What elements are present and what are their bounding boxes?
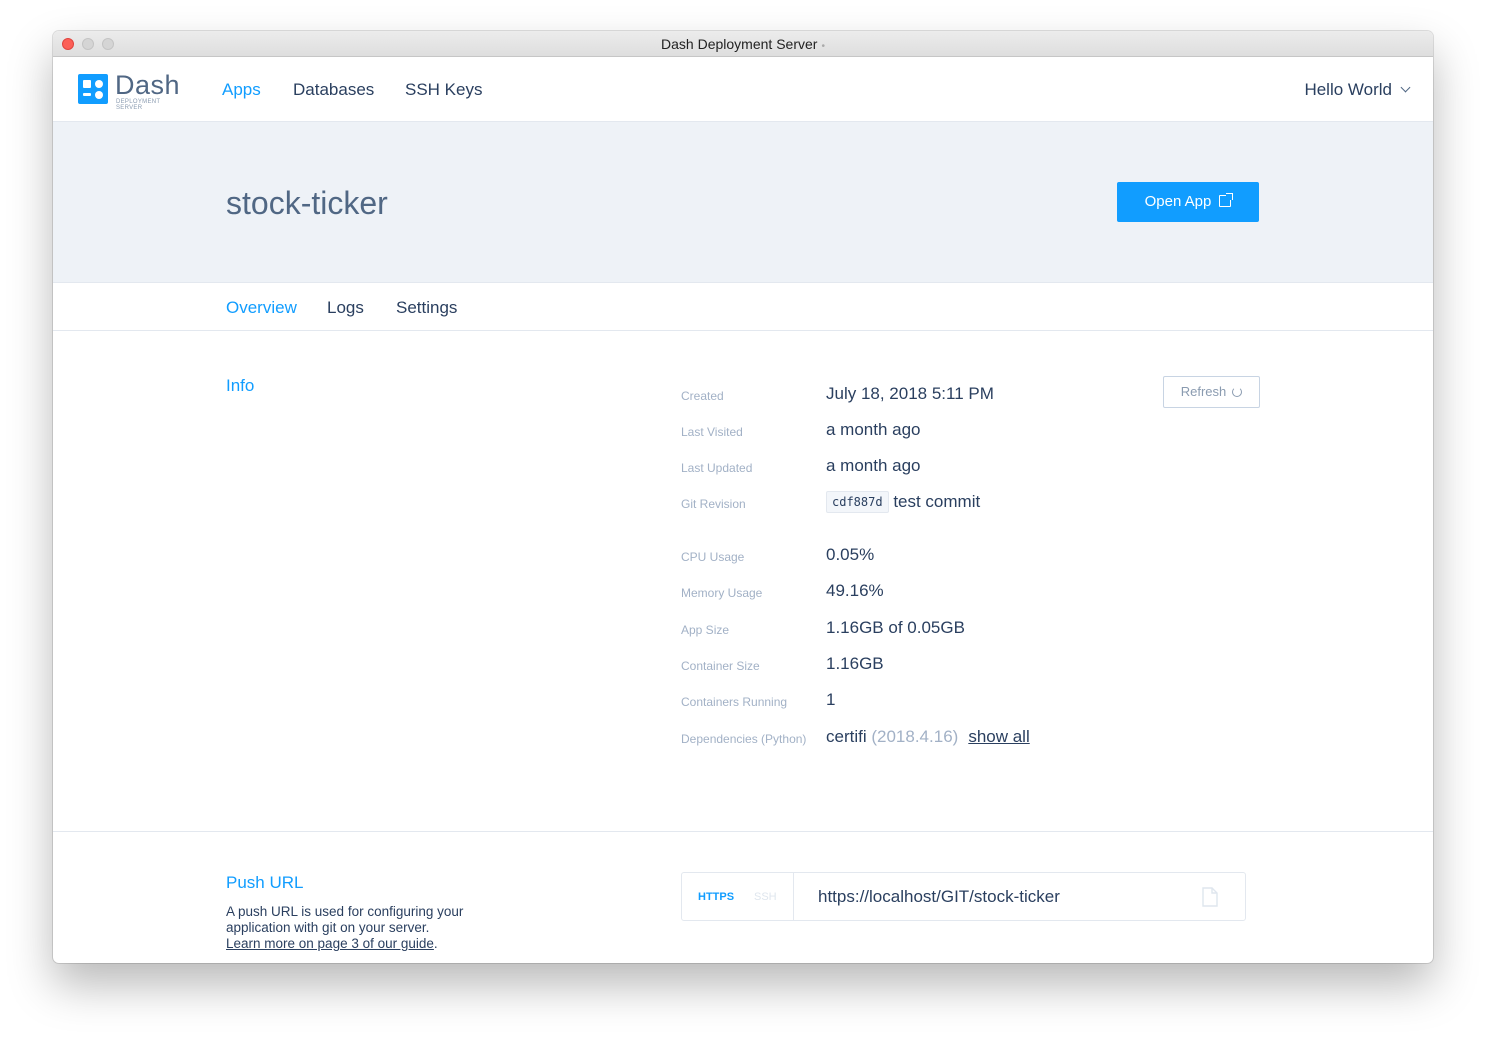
push-url-description: A push URL is used for configuring your … [226, 904, 464, 951]
info-row-last-updated: Last Updated a month ago [681, 456, 921, 475]
chevron-down-icon [1400, 82, 1411, 93]
tab-logs[interactable]: Logs [327, 298, 364, 318]
top-navigation: Dash DEPLOYMENT SERVER Apps Databases SS… [53, 57, 1433, 122]
nav-apps[interactable]: Apps [222, 80, 261, 100]
copy-icon[interactable] [1202, 887, 1218, 907]
info-row-dependencies: Dependencies (Python) certifi (2018.4.16… [681, 727, 1030, 746]
info-row-git-revision: Git Revision cdf887d test commit [681, 491, 981, 513]
app-window: Dash Deployment Server • Dash DEPLOYMENT … [53, 31, 1433, 963]
user-menu[interactable]: Hello World [1304, 80, 1411, 100]
dependency-version: (2018.4.16) [871, 727, 959, 746]
info-row-last-visited: Last Visited a month ago [681, 420, 921, 439]
info-row-container-size: Container Size 1.16GB [681, 654, 884, 673]
git-message: test commit [893, 492, 981, 511]
brand-name: Dash [115, 70, 181, 100]
ssh-toggle[interactable]: SSH [754, 891, 777, 903]
info-row-containers-running: Containers Running 1 [681, 690, 836, 709]
tab-overview[interactable]: Overview [226, 298, 297, 318]
push-url-title: Push URL [226, 873, 304, 892]
tab-settings[interactable]: Settings [396, 298, 457, 318]
git-hash: cdf887d [826, 491, 889, 513]
external-link-icon [1219, 193, 1234, 207]
info-row-created: Created July 18, 2018 5:11 PM [681, 384, 994, 403]
https-toggle[interactable]: HTTPS [698, 891, 734, 903]
nav-databases[interactable]: Databases [293, 80, 374, 100]
dependency-name: certifi [826, 727, 867, 746]
info-section-title: Info [226, 376, 255, 395]
dash-logo[interactable]: Dash DEPLOYMENT SERVER [78, 70, 188, 111]
brand-subtitle: DEPLOYMENT SERVER [116, 99, 161, 111]
app-tabs: Overview Logs Settings [53, 283, 1433, 331]
dash-logo-icon [78, 74, 108, 104]
info-row-cpu-usage: CPU Usage 0.05% [681, 545, 875, 564]
nav-ssh-keys[interactable]: SSH Keys [405, 80, 482, 100]
info-row-app-size: App Size 1.16GB of 0.05GB [681, 618, 965, 637]
window-title: Dash Deployment Server • [661, 36, 825, 52]
show-all-link[interactable]: show all [968, 727, 1029, 746]
user-name: Hello World [1304, 80, 1392, 99]
push-url-value[interactable]: https://localhost/GIT/stock-ticker [818, 887, 1060, 907]
section-divider [53, 831, 1433, 832]
info-row-memory-usage: Memory Usage 49.16% [681, 581, 884, 600]
app-header: stock-ticker Open App [53, 122, 1433, 283]
window-titlebar: Dash Deployment Server • [53, 31, 1433, 57]
guide-link[interactable]: Learn more on page 3 of our guide [226, 936, 434, 951]
push-url-box: HTTPS SSH https://localhost/GIT/stock-ti… [681, 872, 1246, 921]
page-title: stock-ticker [226, 185, 388, 221]
open-app-button[interactable]: Open App [1117, 182, 1259, 222]
